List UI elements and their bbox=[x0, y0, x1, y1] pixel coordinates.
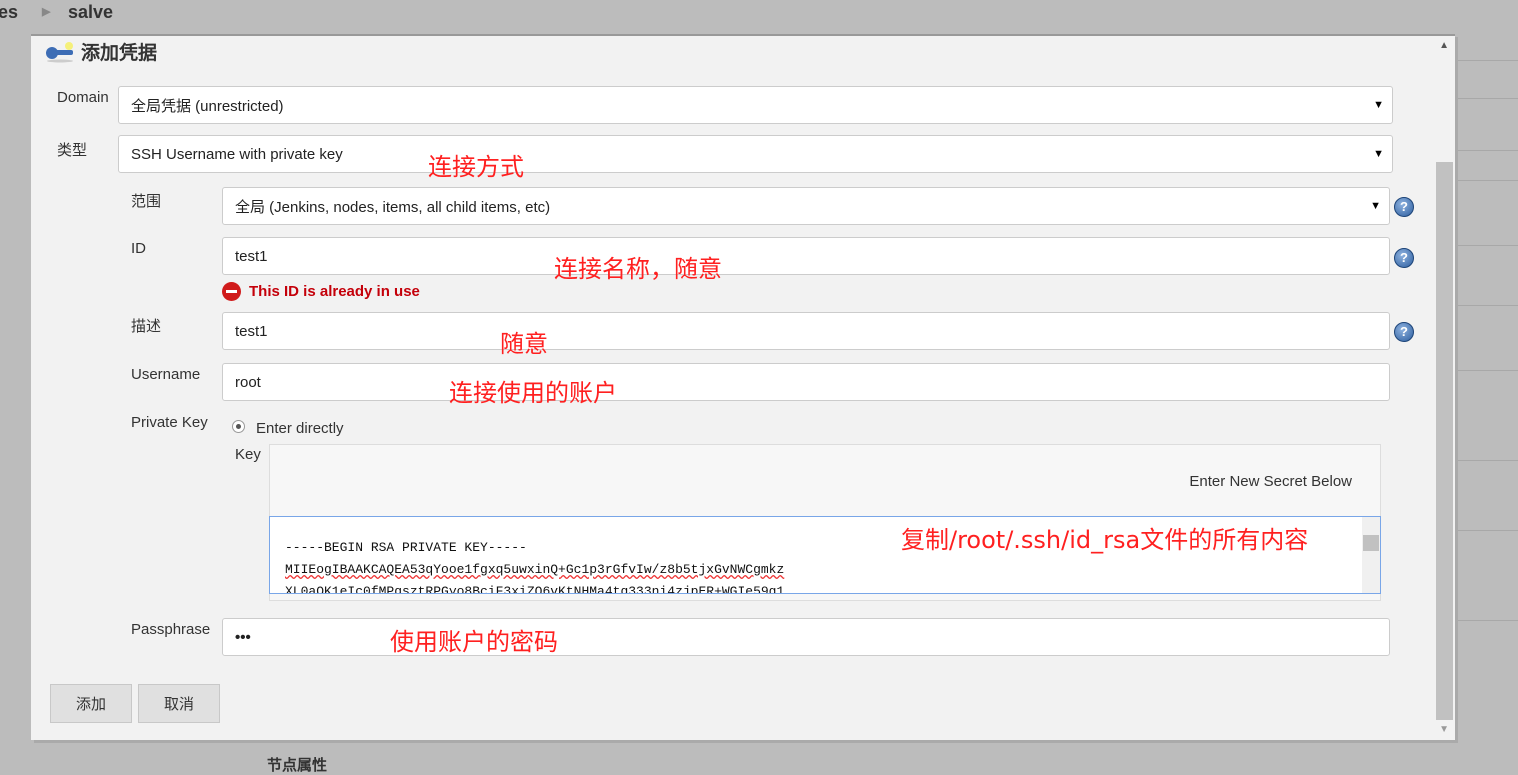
breadcrumb-separator-icon: ▶ bbox=[42, 5, 50, 18]
breadcrumb-current[interactable]: salve bbox=[68, 2, 113, 23]
help-icon[interactable]: ? bbox=[1394, 322, 1414, 342]
passphrase-label: Passphrase bbox=[131, 621, 210, 638]
description-value: test1 bbox=[235, 323, 268, 340]
annotation-description: 随意 bbox=[500, 324, 548, 359]
error-icon bbox=[222, 282, 241, 301]
passphrase-value: ••• bbox=[235, 629, 251, 646]
username-value: root bbox=[235, 374, 261, 391]
chevron-down-icon: ▼ bbox=[1373, 99, 1384, 111]
enter-directly-label: Enter directly bbox=[256, 420, 344, 437]
annotation-key: 复制/root/.ssh/id_rsa文件的所有内容 bbox=[901, 520, 1308, 555]
chevron-down-icon: ▼ bbox=[1373, 148, 1384, 160]
key-icon bbox=[45, 41, 75, 63]
scope-label: 范围 bbox=[131, 190, 161, 211]
breadcrumb-prev[interactable]: es bbox=[0, 2, 18, 23]
description-input[interactable]: test1 bbox=[222, 312, 1390, 350]
annotation-id: 连接名称，随意 bbox=[554, 249, 722, 284]
annotation-kind: 连接方式 bbox=[428, 147, 524, 182]
add-button[interactable]: 添加 bbox=[50, 684, 132, 723]
kind-value: SSH Username with private key bbox=[131, 146, 343, 163]
dialog-scrollbar[interactable] bbox=[1436, 162, 1453, 720]
id-value: test1 bbox=[235, 248, 268, 265]
annotation-passphrase: 使用账户的密码 bbox=[390, 622, 558, 657]
domain-select[interactable]: 全局凭据 (unrestricted) ▼ bbox=[118, 86, 1393, 124]
help-icon[interactable]: ? bbox=[1394, 197, 1414, 217]
textarea-scrollbar[interactable] bbox=[1362, 517, 1380, 593]
secret-hint: Enter New Secret Below bbox=[1189, 473, 1352, 490]
dialog-title: 添加凭据 bbox=[45, 38, 157, 65]
dialog-title-text: 添加凭据 bbox=[81, 38, 157, 65]
cancel-button[interactable]: 取消 bbox=[138, 684, 220, 723]
scroll-up-icon[interactable]: ▲ bbox=[1439, 40, 1449, 51]
add-credentials-dialog: 添加凭据 ▲ Domain 全局凭据 (unrestricted) ▼ 类型 SS… bbox=[31, 34, 1455, 740]
id-error: This ID is already in use bbox=[222, 282, 420, 301]
kind-label: 类型 bbox=[57, 139, 87, 160]
kind-select[interactable]: SSH Username with private key ▼ bbox=[118, 135, 1393, 173]
id-label: ID bbox=[131, 240, 146, 257]
key-line: XL0aOK1eIc0fMPqsztRPGyo8BciF3xiZQ6vKtNHM… bbox=[285, 581, 1380, 594]
section-label: 节点属性 bbox=[267, 754, 327, 775]
scroll-down-icon[interactable]: ▼ bbox=[1439, 724, 1449, 735]
private-key-label: Private Key bbox=[131, 414, 208, 431]
id-input[interactable]: test1 bbox=[222, 237, 1390, 275]
annotation-username: 连接使用的账户 bbox=[449, 373, 617, 408]
scope-select[interactable]: 全局 (Jenkins, nodes, items, all child ite… bbox=[222, 187, 1390, 225]
key-label: Key bbox=[235, 446, 261, 463]
username-input[interactable]: root bbox=[222, 363, 1390, 401]
domain-value: 全局凭据 (unrestricted) bbox=[131, 95, 284, 116]
chevron-down-icon: ▼ bbox=[1370, 200, 1381, 212]
enter-directly-radio[interactable] bbox=[232, 420, 245, 433]
domain-label: Domain bbox=[57, 89, 109, 106]
description-label: 描述 bbox=[131, 315, 161, 336]
scope-value: 全局 (Jenkins, nodes, items, all child ite… bbox=[235, 196, 550, 217]
username-label: Username bbox=[131, 366, 200, 383]
help-icon[interactable]: ? bbox=[1394, 248, 1414, 268]
id-error-text: This ID is already in use bbox=[249, 283, 420, 300]
key-line: MIIEogIBAAKCAQEA53qYooe1fgxq5uwxinQ+Gc1p… bbox=[285, 559, 1380, 581]
